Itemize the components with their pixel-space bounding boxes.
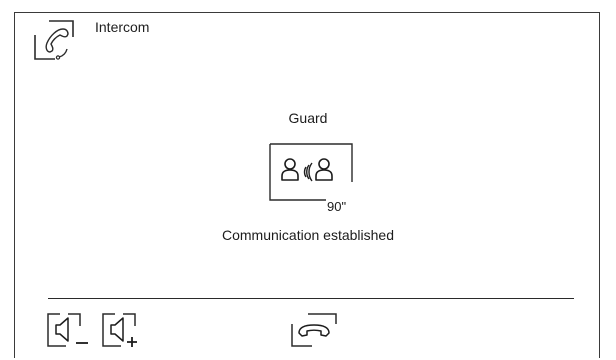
hang-up-icon — [291, 313, 337, 347]
page-title: Intercom — [95, 19, 150, 35]
speaker-minus-icon — [47, 313, 88, 347]
call-timer: 90" — [327, 199, 347, 214]
hang-up-button[interactable] — [290, 312, 338, 348]
call-status: Communication established — [222, 227, 394, 243]
two-persons-talking-icon — [268, 142, 360, 202]
volume-up-button[interactable] — [101, 312, 151, 348]
volume-down-button[interactable] — [46, 312, 92, 348]
speaker-plus-icon — [102, 313, 137, 347]
divider — [48, 298, 574, 299]
caller-name: Guard — [288, 110, 328, 126]
intercom-handset-icon — [33, 19, 93, 65]
